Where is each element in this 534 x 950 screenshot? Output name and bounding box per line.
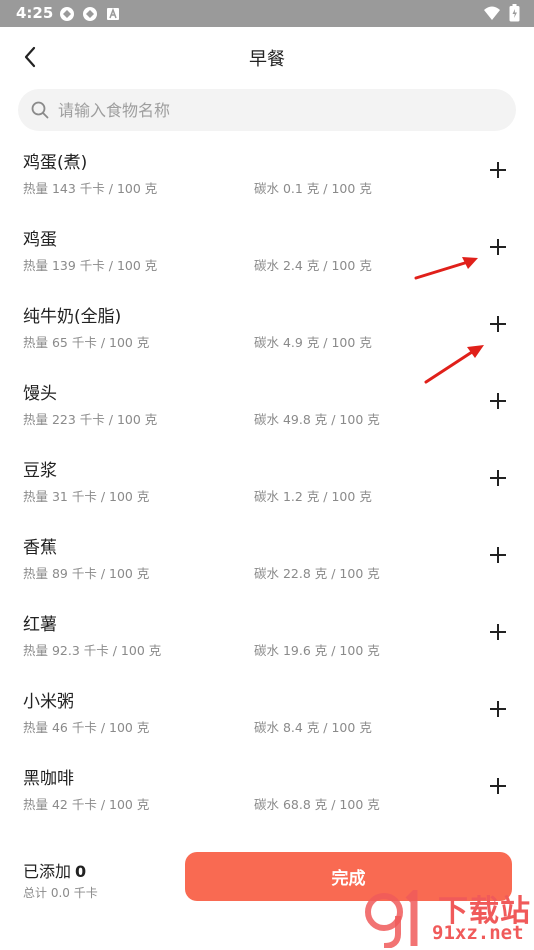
food-calories: 热量 143 千卡 / 100 克: [23, 181, 158, 196]
sync-icon-2: [81, 5, 98, 22]
plus-icon: [490, 624, 506, 640]
food-name: 纯牛奶(全脂): [23, 307, 122, 327]
added-summary: 已添加 0: [23, 858, 86, 882]
plus-icon: [490, 239, 506, 255]
list-item: 香蕉 热量 89 千卡 / 100 克 碳水 22.8 克 / 100 克: [0, 525, 534, 602]
add-food-button[interactable]: [484, 233, 512, 261]
list-item: 鸡蛋(煮) 热量 143 千卡 / 100 克 碳水 0.1 克 / 100 克: [0, 140, 534, 217]
add-food-button[interactable]: [484, 618, 512, 646]
sync-icon: [58, 5, 75, 22]
added-count: 0: [75, 862, 87, 881]
plus-icon: [490, 316, 506, 332]
food-calories: 热量 139 千卡 / 100 克: [23, 258, 158, 273]
plus-icon: [490, 162, 506, 178]
food-name: 馒头: [23, 384, 57, 404]
add-food-button[interactable]: [484, 695, 512, 723]
search-input[interactable]: [58, 100, 478, 120]
header: 早餐: [0, 27, 534, 87]
plus-icon: [490, 547, 506, 563]
total-calories: 总计 0.0 千卡: [23, 886, 98, 900]
watermark: 下载站 91xz.net: [362, 886, 534, 950]
added-label: 已添加: [23, 862, 72, 881]
system-icons: [483, 4, 520, 26]
list-item: 鸡蛋 热量 139 千卡 / 100 克 碳水 2.4 克 / 100 克: [0, 217, 534, 294]
food-calories: 热量 42 千卡 / 100 克: [23, 797, 150, 812]
notification-icons: [58, 5, 121, 22]
food-calories: 热量 89 千卡 / 100 克: [23, 566, 150, 581]
food-name: 鸡蛋(煮): [23, 153, 88, 173]
add-food-button[interactable]: [484, 772, 512, 800]
food-calories: 热量 65 千卡 / 100 克: [23, 335, 150, 350]
wifi-icon: [483, 5, 501, 25]
add-food-button[interactable]: [484, 541, 512, 569]
food-name: 鸡蛋: [23, 230, 57, 250]
food-list: 鸡蛋(煮) 热量 143 千卡 / 100 克 碳水 0.1 克 / 100 克…: [0, 140, 534, 833]
food-calories: 热量 92.3 千卡 / 100 克: [23, 643, 162, 658]
search-icon: [30, 100, 50, 120]
add-food-button[interactable]: [484, 310, 512, 338]
status-time: 4:25: [16, 4, 54, 22]
food-carbs: 碳水 19.6 克 / 100 克: [254, 643, 380, 658]
list-item: 纯牛奶(全脂) 热量 65 千卡 / 100 克 碳水 4.9 克 / 100 …: [0, 294, 534, 371]
food-carbs: 碳水 1.2 克 / 100 克: [254, 489, 372, 504]
status-bar: 4:25: [0, 0, 534, 27]
food-carbs: 碳水 8.4 克 / 100 克: [254, 720, 372, 735]
food-calories: 热量 223 千卡 / 100 克: [23, 412, 158, 427]
add-food-button[interactable]: [484, 387, 512, 415]
plus-icon: [490, 470, 506, 486]
watermark-logo-icon: [365, 890, 418, 948]
page-title: 早餐: [249, 49, 285, 70]
food-carbs: 碳水 0.1 克 / 100 克: [254, 181, 372, 196]
food-carbs: 碳水 2.4 克 / 100 克: [254, 258, 372, 273]
app-a-icon: [104, 5, 121, 22]
food-name: 香蕉: [23, 538, 57, 558]
battery-icon: [509, 4, 520, 26]
food-carbs: 碳水 49.8 克 / 100 克: [254, 412, 380, 427]
list-item: 黑咖啡 热量 42 千卡 / 100 克 碳水 68.8 克 / 100 克: [0, 756, 534, 833]
list-item: 豆浆 热量 31 千卡 / 100 克 碳水 1.2 克 / 100 克: [0, 448, 534, 525]
plus-icon: [490, 393, 506, 409]
plus-icon: [490, 701, 506, 717]
food-name: 豆浆: [23, 461, 57, 481]
food-carbs: 碳水 22.8 克 / 100 克: [254, 566, 380, 581]
food-calories: 热量 46 千卡 / 100 克: [23, 720, 150, 735]
food-name: 黑咖啡: [23, 769, 74, 789]
food-name: 小米粥: [23, 692, 74, 712]
list-item: 小米粥 热量 46 千卡 / 100 克 碳水 8.4 克 / 100 克: [0, 679, 534, 756]
watermark-text-bottom: 91xz.net: [432, 922, 524, 944]
add-food-button[interactable]: [484, 464, 512, 492]
food-calories: 热量 31 千卡 / 100 克: [23, 489, 150, 504]
list-item: 馒头 热量 223 千卡 / 100 克 碳水 49.8 克 / 100 克: [0, 371, 534, 448]
food-carbs: 碳水 4.9 克 / 100 克: [254, 335, 372, 350]
food-name: 红薯: [23, 615, 57, 635]
plus-icon: [490, 778, 506, 794]
list-item: 红薯 热量 92.3 千卡 / 100 克 碳水 19.6 克 / 100 克: [0, 602, 534, 679]
search-box[interactable]: [18, 89, 516, 131]
add-food-button[interactable]: [484, 156, 512, 184]
food-carbs: 碳水 68.8 克 / 100 克: [254, 797, 380, 812]
